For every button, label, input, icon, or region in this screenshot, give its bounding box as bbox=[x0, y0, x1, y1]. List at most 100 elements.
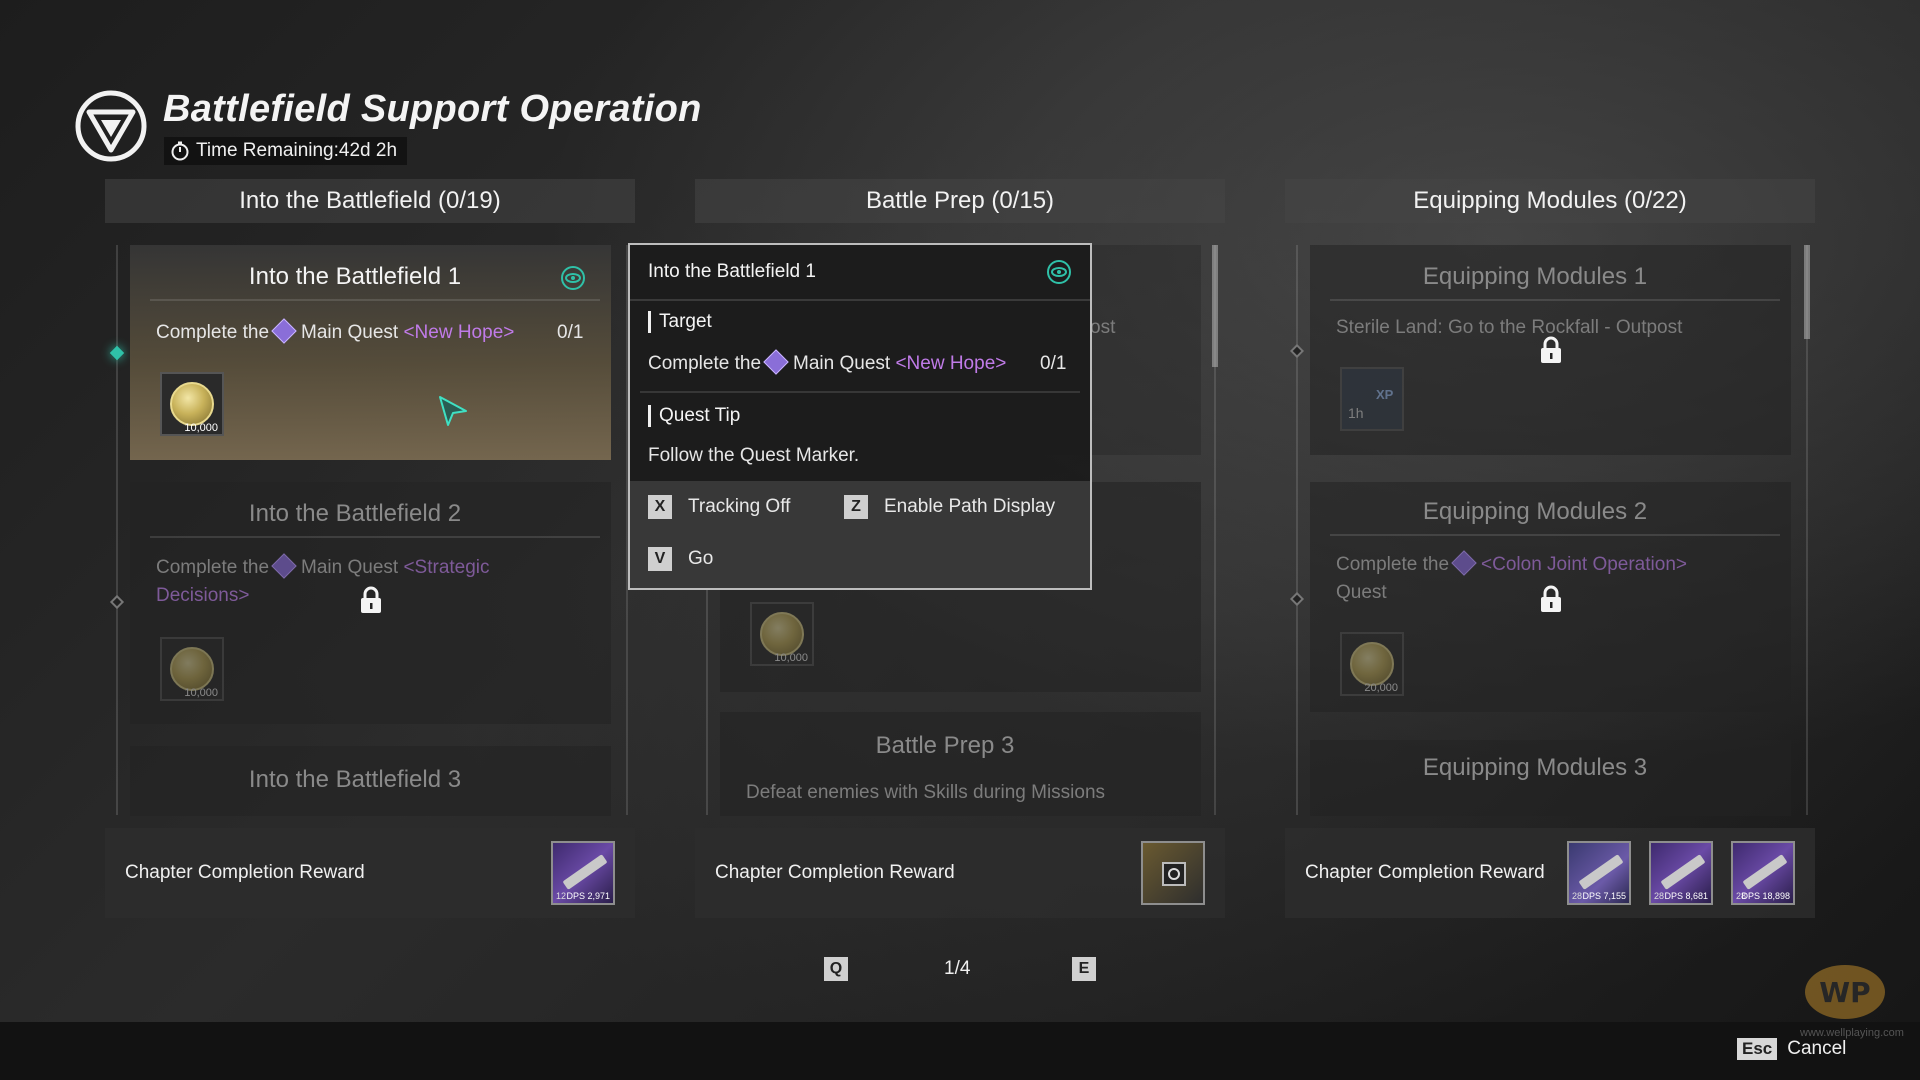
quest-name: <Strategic bbox=[403, 557, 490, 578]
rail-node bbox=[109, 594, 125, 610]
quest-objective: Complete the Main Quest <Strategic bbox=[156, 553, 490, 579]
chapter-reward-bar: Chapter Completion Reward 12 DPS 2,971 bbox=[105, 828, 635, 918]
weapon-dps: DPS 18,898 bbox=[1741, 891, 1790, 901]
watermark-site: www.wellplaying.com bbox=[1800, 1027, 1904, 1039]
objective-prefix: Complete the bbox=[1336, 554, 1450, 575]
popup-title: Into the Battlefield 1 bbox=[648, 261, 816, 282]
gun-shape bbox=[562, 854, 608, 890]
module-reward-icon[interactable] bbox=[1141, 841, 1205, 905]
quest-tip-text: Follow the Quest Marker. bbox=[648, 445, 860, 466]
reward-slot-coin[interactable]: 10,000 bbox=[160, 637, 224, 701]
weapon-level: 12 bbox=[556, 891, 567, 901]
key-z: Z bbox=[844, 495, 868, 519]
coin-icon bbox=[760, 612, 804, 656]
stopwatch-icon bbox=[171, 141, 189, 161]
quest-card-title: Into the Battlefield 2 bbox=[248, 500, 462, 527]
watermark-logo: WP www.wellplaying.com bbox=[1800, 962, 1904, 1039]
chapter-reward-bar: Chapter Completion Reward bbox=[695, 828, 1225, 918]
reward-slot-coin[interactable]: 10,000 bbox=[160, 372, 224, 436]
rail-node bbox=[1289, 591, 1305, 607]
chapter-reward-label: Chapter Completion Reward bbox=[1305, 862, 1545, 883]
progress-rail bbox=[1296, 245, 1298, 815]
scroll-thumb[interactable] bbox=[1212, 245, 1218, 367]
rail-node-active bbox=[109, 345, 125, 361]
lock-icon bbox=[1541, 585, 1561, 612]
tracking-eye-icon[interactable] bbox=[560, 265, 586, 291]
footer-bar bbox=[0, 1022, 1920, 1080]
popup-divider bbox=[640, 391, 1080, 393]
weapon-reward-icon[interactable]: 12 DPS 2,971 bbox=[551, 841, 615, 905]
reward-amount: 10,000 bbox=[774, 652, 808, 664]
reward-slot-coin[interactable]: 10,000 bbox=[750, 602, 814, 666]
reward-amount: 10,000 bbox=[184, 687, 218, 699]
operation-logo-icon bbox=[75, 90, 147, 162]
gun-shape bbox=[1578, 854, 1624, 890]
watermark-text: WP bbox=[1819, 976, 1870, 1009]
coin-icon bbox=[170, 382, 214, 426]
quest-name-cont: Decisions> bbox=[156, 585, 250, 606]
main-quest-icon bbox=[271, 553, 297, 579]
objective-prefix: Complete the bbox=[156, 322, 270, 343]
cancel-button[interactable]: Esc Cancel bbox=[1737, 1038, 1846, 1060]
cancel-label: Cancel bbox=[1787, 1038, 1847, 1059]
quest-type: Main Quest bbox=[793, 353, 891, 374]
module-icon bbox=[1162, 862, 1186, 886]
weapon-level: 28 bbox=[1572, 891, 1583, 901]
quest-card-title: Into the Battlefield 3 bbox=[248, 766, 462, 793]
next-page-key[interactable]: E bbox=[1072, 957, 1096, 981]
gun-shape bbox=[1660, 854, 1706, 890]
weapon-reward-icon[interactable]: 28 DPS 18,898 bbox=[1731, 841, 1795, 905]
quest-objective-suffix: Quest bbox=[1336, 582, 1387, 603]
weapon-level: 28 bbox=[1654, 891, 1665, 901]
quest-detail-popup: Into the Battlefield 1 Target Complete t… bbox=[628, 243, 1092, 590]
esc-key: Esc bbox=[1737, 1038, 1778, 1060]
quest-card-locked[interactable]: Into the Battlefield 2 Complete the Main … bbox=[130, 482, 611, 724]
quest-objective: Defeat enemies with Skills during Missio… bbox=[746, 782, 1106, 803]
quest-card-locked[interactable]: Into the Battlefield 3 bbox=[130, 746, 611, 816]
weapon-dps: DPS 8,681 bbox=[1664, 891, 1708, 901]
xp-tag: XP bbox=[1376, 387, 1394, 402]
quest-card-title: Equipping Modules 1 bbox=[1422, 263, 1648, 290]
objective-prefix: Complete the bbox=[648, 353, 762, 374]
quest-card-title: Into the Battlefield 1 bbox=[248, 263, 462, 290]
page-title: Battlefield Support Operation bbox=[163, 88, 702, 130]
quest-card-locked[interactable]: Equipping Modules 3 bbox=[1310, 740, 1791, 816]
card-divider bbox=[150, 536, 600, 538]
reward-slot-coin[interactable]: 20,000 bbox=[1340, 632, 1404, 696]
watermark-badge-icon: WP bbox=[1805, 965, 1885, 1019]
popup-actions: X Tracking Off Z Enable Path Display V G… bbox=[630, 481, 1090, 588]
go-action[interactable]: V Go bbox=[648, 547, 713, 571]
weapon-reward-icon[interactable]: 28 DPS 7,155 bbox=[1567, 841, 1631, 905]
quest-card-locked[interactable]: Equipping Modules 2 Complete the <Colon J… bbox=[1310, 482, 1791, 712]
prev-page-key[interactable]: Q bbox=[824, 957, 848, 981]
lock-icon bbox=[1541, 336, 1561, 363]
weapon-dps: DPS 2,971 bbox=[566, 891, 610, 901]
page-indicator: 1/4 bbox=[944, 958, 971, 979]
scroll-thumb[interactable] bbox=[1804, 245, 1810, 339]
progress-rail bbox=[116, 245, 118, 815]
quest-card-title: Equipping Modules 3 bbox=[1422, 754, 1648, 781]
lock-icon bbox=[361, 586, 381, 613]
tracking-off-action[interactable]: X Tracking Off bbox=[648, 495, 790, 519]
weapon-reward-icon[interactable]: 28 DPS 8,681 bbox=[1649, 841, 1713, 905]
quest-card-locked[interactable]: Equipping Modules 1 Sterile Land: Go to … bbox=[1310, 245, 1791, 455]
quest-card-locked[interactable]: Battle Prep 3 Defeat enemies with Skills… bbox=[720, 712, 1201, 816]
chapter-reward-bar: Chapter Completion Reward 28 DPS 7,155 2… bbox=[1285, 828, 1815, 918]
quest-objective: Complete the Main Quest <New Hope> bbox=[156, 318, 514, 344]
enable-path-display-action[interactable]: Z Enable Path Display bbox=[844, 495, 1055, 519]
card-divider bbox=[1330, 534, 1780, 536]
card-divider bbox=[1330, 299, 1780, 301]
time-remaining: Time Remaining:42d 2h bbox=[164, 137, 408, 165]
reward-slot-xp-boost[interactable]: 1h XP bbox=[1340, 367, 1404, 431]
coin-icon bbox=[1350, 642, 1394, 686]
chapter-reward-label: Chapter Completion Reward bbox=[715, 862, 955, 883]
tracking-eye-icon[interactable] bbox=[1046, 259, 1072, 285]
column-header-battle-prep: Battle Prep (0/15) bbox=[695, 179, 1225, 223]
target-objective: Complete the Main Quest <New Hope> bbox=[648, 349, 1006, 375]
rail-node bbox=[1289, 343, 1305, 359]
quest-objective: Complete the <Colon Joint Operation> bbox=[1336, 550, 1687, 576]
quest-type: Main Quest bbox=[301, 557, 399, 578]
quest-card-active[interactable]: Into the Battlefield 1 Complete the Main … bbox=[130, 245, 611, 460]
boost-duration: 1h bbox=[1348, 405, 1364, 421]
key-x: X bbox=[648, 495, 672, 519]
